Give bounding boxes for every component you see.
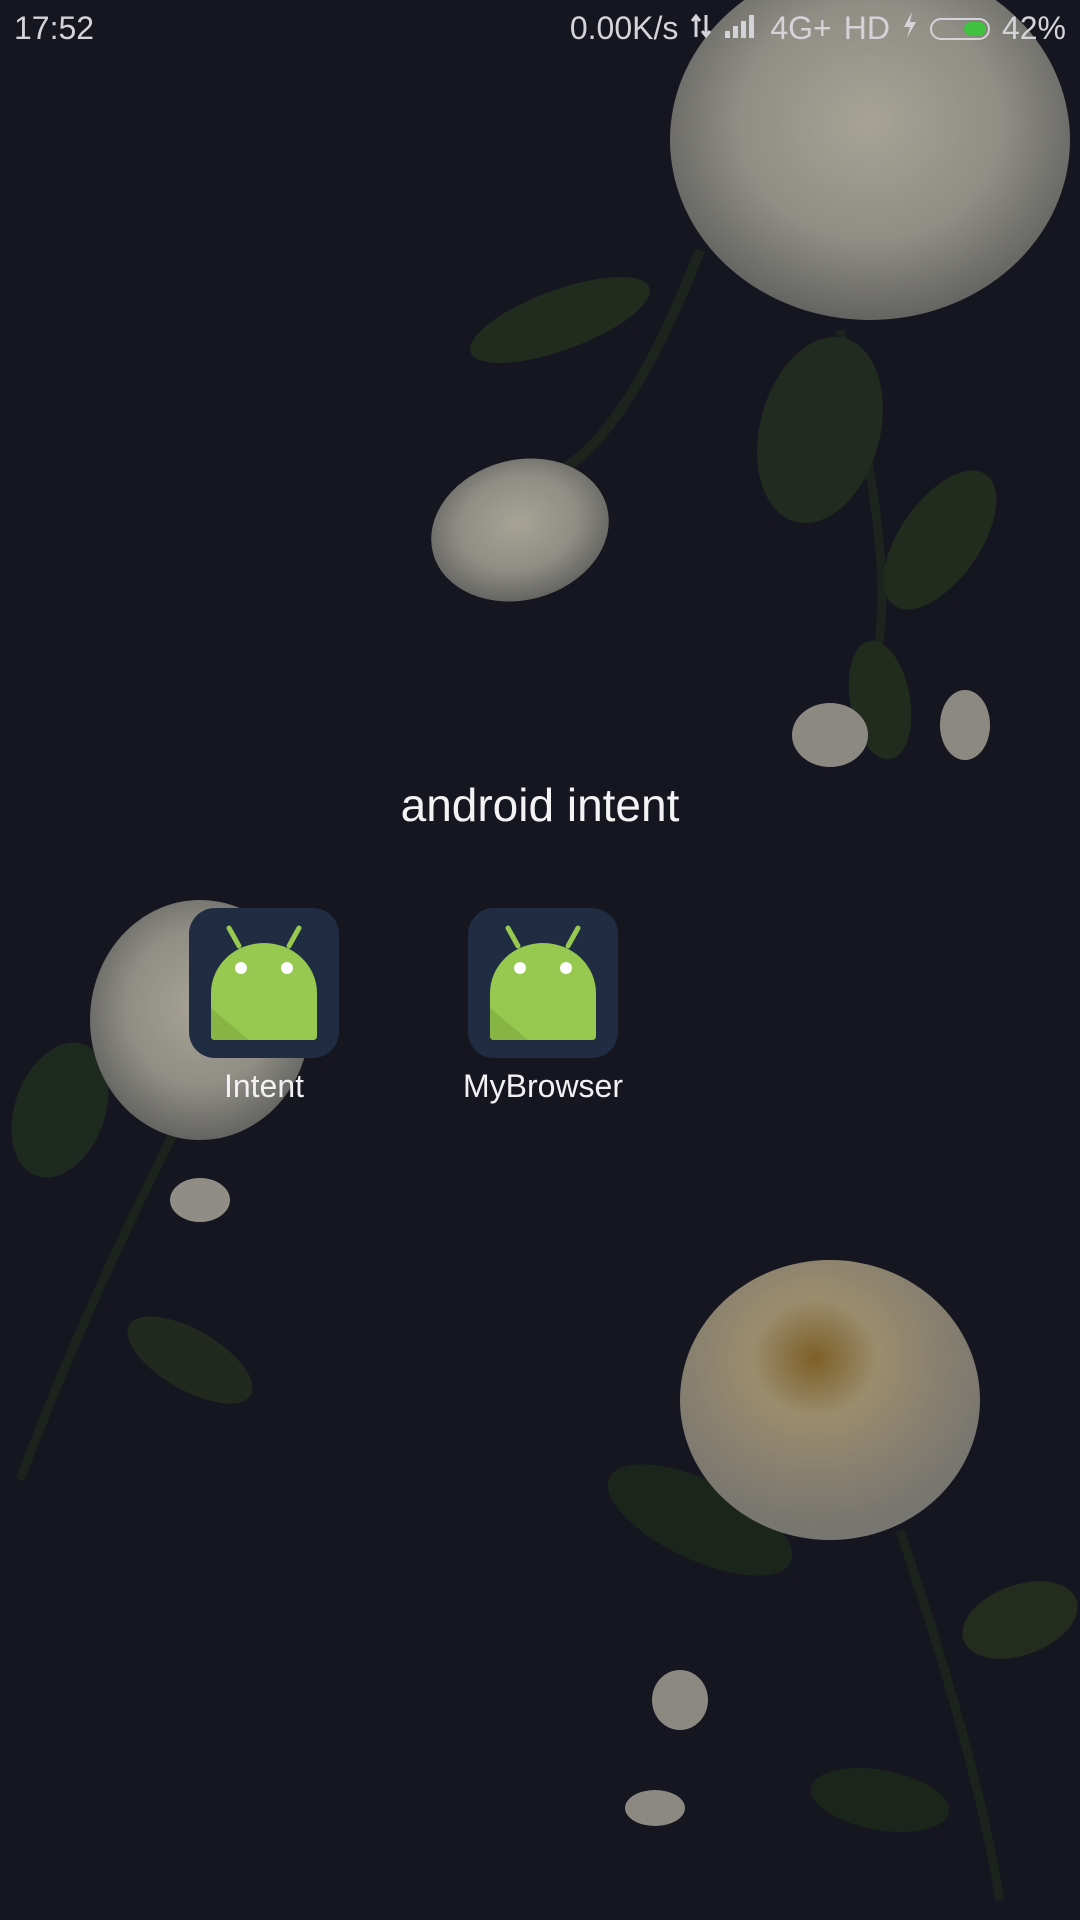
app-label: MyBrowser (462, 1068, 623, 1104)
battery-icon (929, 17, 990, 40)
battery-percent: 42% (1001, 10, 1066, 46)
status-icons: 0.00K/s 4G+ HD 42% (570, 10, 1066, 47)
folder-title[interactable]: android intent (0, 778, 1080, 832)
battery-level (963, 21, 986, 36)
status-bar: 17:52 0.00K/s 4G+ HD 42% (0, 0, 1080, 58)
status-time: 17:52 (14, 10, 95, 46)
android-robot-icon[interactable] (189, 908, 339, 1058)
data-transfer-icon (690, 10, 712, 47)
app-mybrowser[interactable]: MyBrowser (433, 908, 653, 1105)
hd-indicator: HD (843, 10, 890, 46)
network-type: 4G+ (770, 10, 832, 46)
app-label: Intent (223, 1068, 305, 1104)
android-robot-icon[interactable] (468, 908, 618, 1058)
signal-icon (724, 10, 758, 47)
app-intent[interactable]: Intent (154, 908, 374, 1105)
charging-icon (902, 10, 918, 47)
net-speed: 0.00K/s (569, 10, 679, 46)
